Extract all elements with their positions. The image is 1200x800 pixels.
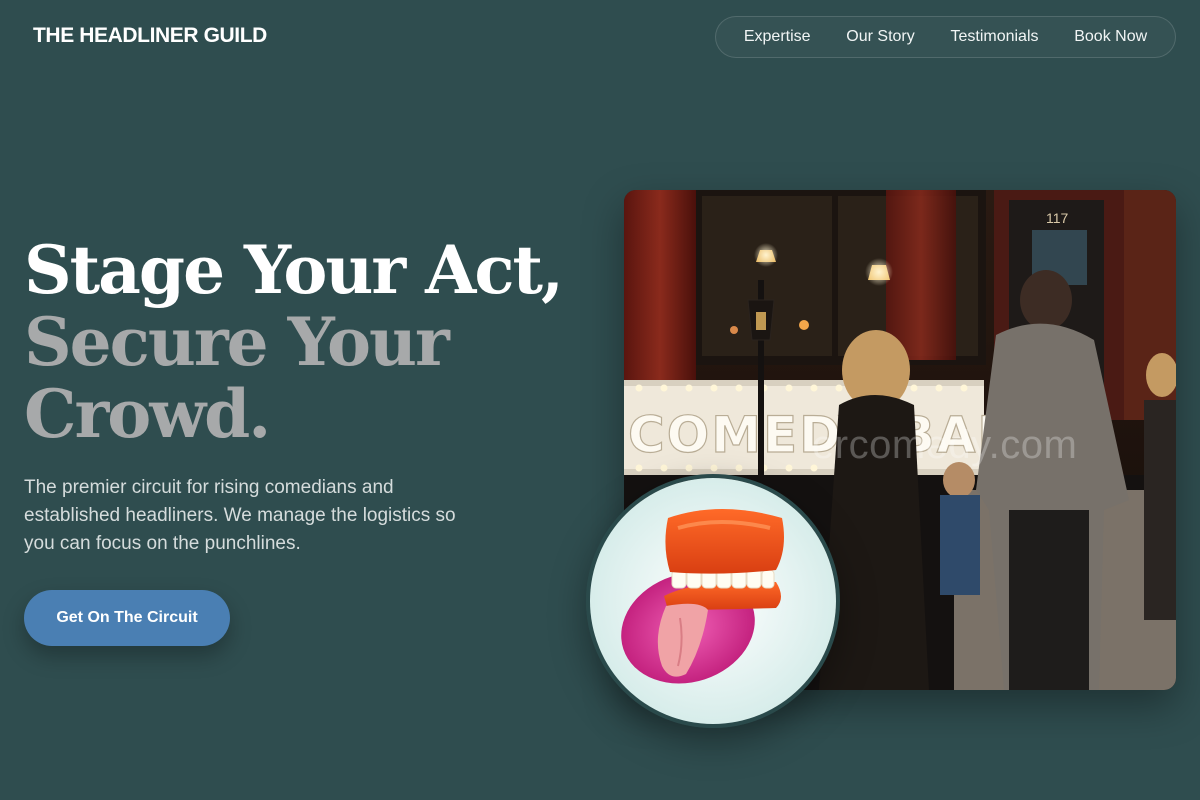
get-on-circuit-button[interactable]: Get On The Circuit	[24, 590, 230, 646]
brand-logo[interactable]: THE HEADLINER GUILD	[33, 24, 267, 48]
hero-subtitle: The premier circuit for rising comedians…	[24, 477, 456, 554]
nav-item-our-story[interactable]: Our Story	[840, 24, 920, 50]
main-nav: Expertise Our Story Testimonials Book No…	[715, 16, 1176, 58]
headline-line-2: Secure Your	[24, 303, 450, 381]
headline-line-1: Stage Your Act,	[24, 231, 564, 309]
nav-item-book-now[interactable]: Book Now	[1068, 24, 1153, 50]
door-number-text: 117	[1046, 210, 1069, 226]
hero-headline: Stage Your Act, Secure Your Crowd.	[24, 231, 564, 453]
nav-item-testimonials[interactable]: Testimonials	[944, 24, 1044, 50]
nav-item-expertise[interactable]: Expertise	[738, 24, 817, 50]
comedy-bar-sign-text: COMEDY BAR	[628, 406, 1018, 464]
chattering-teeth-photo	[586, 474, 840, 728]
headline-line-3: Crowd.	[24, 375, 271, 453]
